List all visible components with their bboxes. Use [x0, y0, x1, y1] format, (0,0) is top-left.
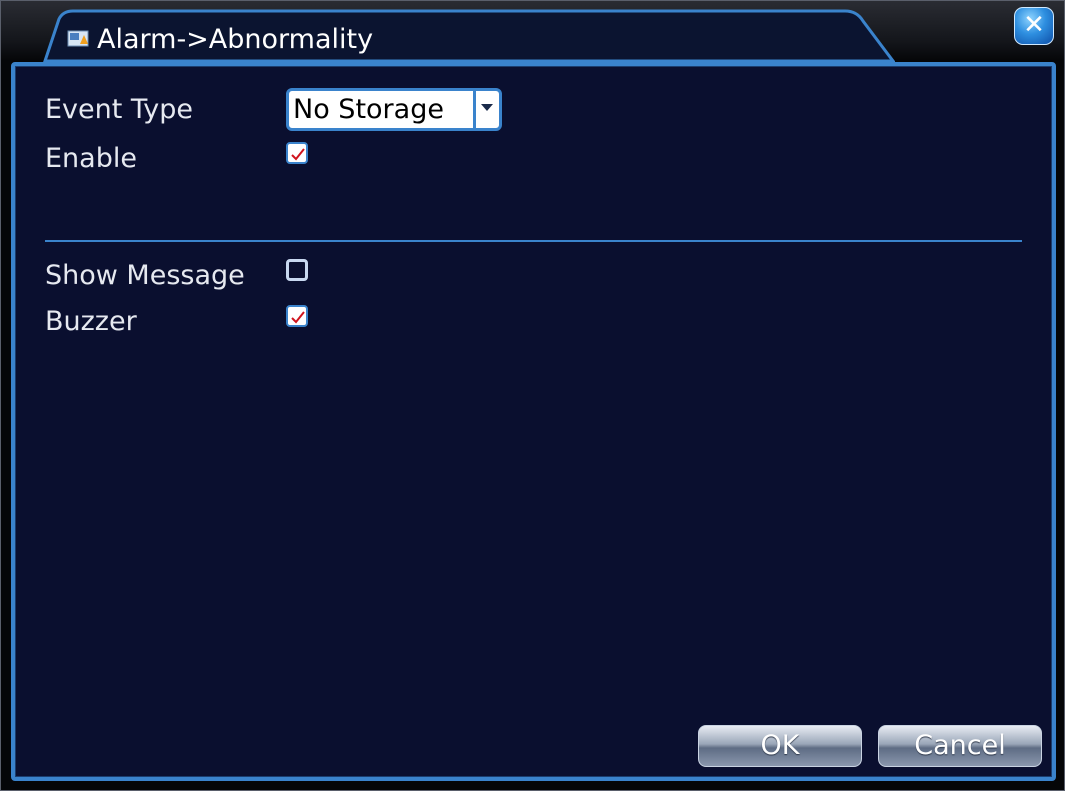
window-title: Alarm->Abnormality — [97, 24, 374, 55]
enable-checkbox[interactable] — [286, 142, 308, 164]
alarm-abnormality-window: Alarm->Abnormality ✕ Event Type No Stora… — [0, 0, 1065, 791]
check-icon — [291, 311, 305, 324]
section-divider — [45, 240, 1022, 242]
buzzer-label: Buzzer — [45, 306, 137, 337]
ok-button[interactable]: OK — [698, 725, 862, 767]
event-type-select[interactable]: No Storage — [286, 88, 502, 131]
dropdown-arrow-icon[interactable] — [473, 91, 499, 128]
alarm-window-icon — [67, 30, 89, 48]
close-icon: ✕ — [1023, 10, 1045, 40]
cancel-button[interactable]: Cancel — [878, 725, 1042, 767]
show-message-checkbox[interactable] — [286, 259, 308, 281]
event-type-value: No Storage — [293, 94, 444, 125]
enable-label: Enable — [45, 143, 137, 174]
show-message-label: Show Message — [45, 260, 245, 291]
settings-panel: Event Type No Storage Enable Show Messag… — [11, 62, 1056, 781]
close-button[interactable]: ✕ — [1014, 7, 1054, 45]
buzzer-checkbox[interactable] — [286, 305, 308, 327]
check-icon — [291, 148, 305, 161]
event-type-label: Event Type — [45, 94, 193, 125]
title-tab: Alarm->Abnormality — [15, 9, 895, 63]
